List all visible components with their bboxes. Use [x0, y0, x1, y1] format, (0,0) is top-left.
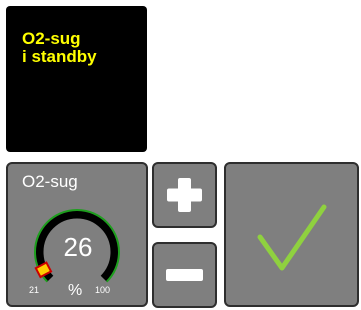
gauge-max-label: 100 — [95, 285, 111, 295]
gauge-min-label: 21 — [29, 285, 40, 295]
decrease-button[interactable] — [152, 242, 217, 308]
o2-suction-gauge-panel[interactable]: O2-sug 26 % 21 100 — [6, 162, 148, 307]
status-line-2: i standby — [22, 47, 97, 66]
increase-button[interactable] — [152, 162, 217, 228]
checkmark-icon — [257, 204, 327, 271]
plus-icon — [167, 178, 202, 212]
gauge-value: 26 — [63, 232, 93, 262]
o2-suction-screen: O2-sug i standby O2-sug 26 % 21 100 — [0, 0, 361, 310]
minus-icon — [166, 269, 203, 281]
status-message: O2-sug i standby — [22, 30, 97, 66]
gauge-unit: % — [68, 282, 83, 299]
confirm-button[interactable] — [224, 162, 359, 307]
status-line-1: O2-sug — [22, 29, 81, 48]
status-panel: O2-sug i standby — [6, 6, 147, 152]
